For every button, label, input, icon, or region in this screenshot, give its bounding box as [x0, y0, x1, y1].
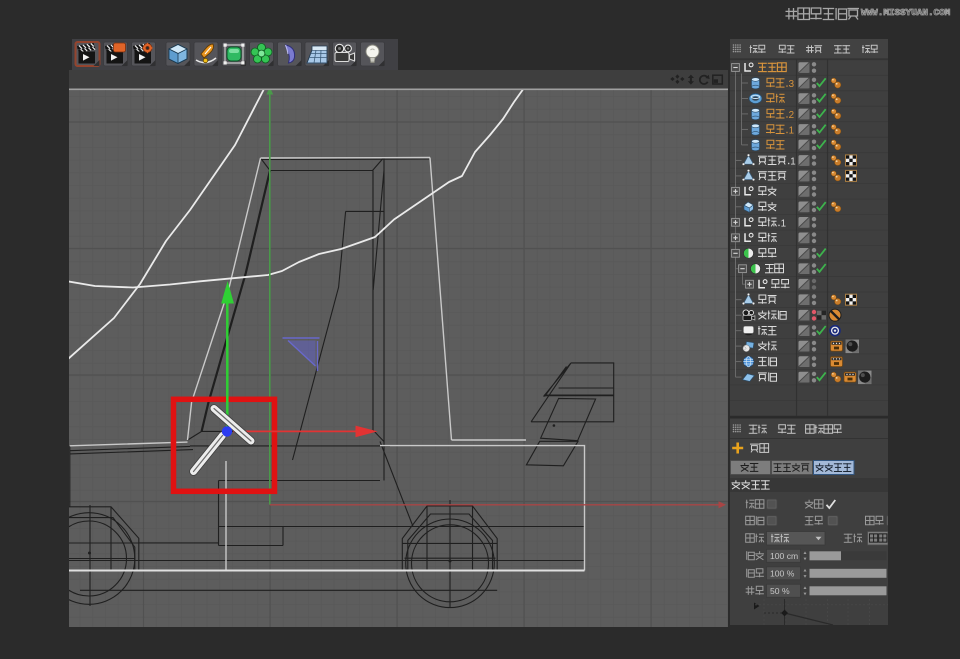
- svg-text:1: 1: [790, 157, 795, 168]
- svg-text:100 cm: 100 cm: [770, 551, 798, 561]
- svg-text:1: 1: [789, 126, 794, 137]
- svg-text:100 %: 100 %: [770, 569, 795, 579]
- svg-text:2: 2: [789, 110, 794, 121]
- svg-text:1: 1: [781, 218, 786, 229]
- svg-text:50 %: 50 %: [770, 586, 790, 596]
- svg-text:3: 3: [789, 79, 795, 90]
